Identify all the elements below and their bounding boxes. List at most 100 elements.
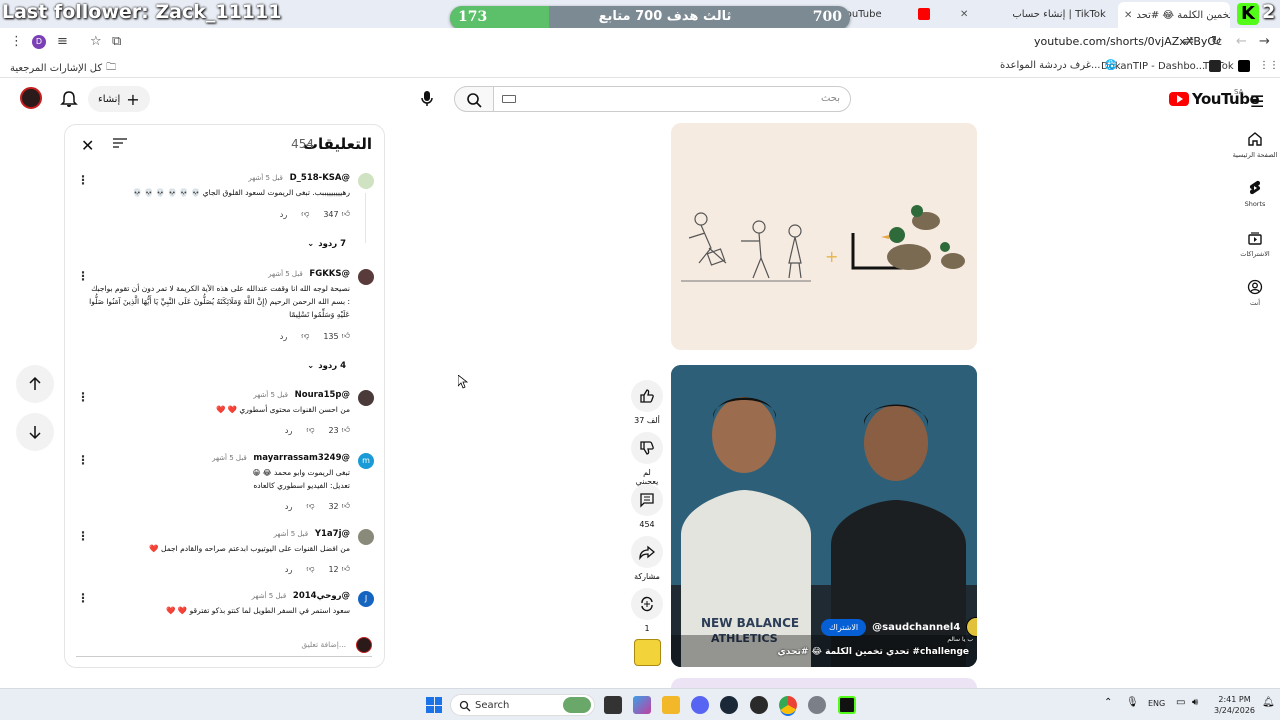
commenter-avatar[interactable]: J	[358, 591, 374, 607]
notifications-button[interactable]	[60, 90, 78, 111]
keyboard-icon[interactable]	[502, 95, 516, 103]
apps-grid-icon[interactable]: ⋮⋮	[1259, 60, 1279, 71]
commenter-avatar[interactable]: m	[358, 453, 374, 469]
network-icon[interactable]: ▭	[1176, 697, 1185, 708]
comment-menu-icon[interactable]: ⋮	[77, 390, 89, 404]
view-replies-button[interactable]: 4 ردود ⌄	[307, 361, 346, 371]
language-indicator[interactable]: ENG	[1148, 699, 1165, 708]
task-view-icon[interactable]	[604, 696, 622, 714]
reload-icon[interactable]: ↻	[1211, 34, 1222, 49]
close-tab-icon[interactable]: ✕	[1124, 10, 1132, 21]
comment-author[interactable]: @روحي2014	[293, 591, 350, 601]
comment-author[interactable]: @Y1a7j	[315, 529, 350, 539]
like-comment-button[interactable]: 👍︎ 135	[323, 331, 350, 341]
reply-button[interactable]: رد	[285, 565, 292, 574]
reading-list-icon[interactable]: ≡	[57, 34, 68, 49]
comment-author[interactable]: @FGKKS	[309, 269, 350, 279]
nav-you[interactable]: أنت	[1230, 279, 1280, 307]
like-button[interactable]	[631, 380, 663, 412]
settings-gear-icon[interactable]	[808, 696, 826, 714]
voice-search-button[interactable]	[415, 87, 439, 111]
dislike-comment-icon[interactable]: 👎︎	[301, 209, 309, 219]
tab-active-youtube[interactable]: ✕ تحدي تخمين الكلمة 😂 #تحد	[1118, 2, 1230, 28]
dislike-comment-icon[interactable]: 👎︎	[306, 564, 314, 574]
channel-name[interactable]: @saudchannel4	[872, 622, 960, 633]
comment-author[interactable]: @D_518-KSA	[290, 173, 350, 183]
comment-menu-icon[interactable]: ⋮	[77, 591, 89, 605]
bookmark-dokantip[interactable]: DokanTIP - Dashbo...	[1101, 60, 1222, 72]
site-settings-icon[interactable]: ⇌	[1183, 34, 1194, 49]
like-comment-button[interactable]: 👍︎ 12	[328, 564, 350, 574]
comment-time[interactable]: قبل 5 أشهر	[252, 592, 287, 600]
chrome-icon[interactable]	[779, 696, 797, 714]
comment-time[interactable]: قبل 5 أشهر	[274, 530, 309, 538]
windows-start-button[interactable]	[426, 697, 442, 713]
install-app-icon[interactable]: ⧉	[112, 34, 121, 49]
forward-icon[interactable]: ←	[1236, 34, 1247, 49]
create-button[interactable]: إنشاء +	[88, 86, 150, 112]
like-comment-button[interactable]: 👍︎ 347	[323, 209, 350, 219]
tab-tiktok-signup[interactable]: ✕ إنشاء حساب | TikTok	[960, 4, 1110, 24]
dislike-comment-icon[interactable]: 👎︎	[306, 425, 314, 435]
like-comment-button[interactable]: 👍︎ 23	[328, 425, 350, 435]
close-tab-icon[interactable]: ✕	[960, 9, 968, 20]
comment-time[interactable]: قبل 5 أشهر	[253, 391, 288, 399]
notifications-tray-icon[interactable]: 🔔︎	[1262, 697, 1275, 708]
bookmark-dating-rooms[interactable]: غرف دردشة المواعدة... 🌐	[1000, 60, 1117, 71]
commenter-avatar[interactable]	[358, 529, 374, 545]
obs-icon[interactable]	[750, 696, 768, 714]
commenter-avatar[interactable]	[358, 390, 374, 406]
commenter-avatar[interactable]	[358, 173, 374, 189]
kick-app-icon[interactable]	[838, 696, 856, 714]
dislike-action[interactable]: لم يعجبني	[631, 432, 663, 486]
file-explorer-icon[interactable]	[662, 696, 680, 714]
short-video-next[interactable]	[671, 678, 977, 688]
account-avatar[interactable]	[20, 87, 42, 109]
nav-home[interactable]: الصفحة الرئيسية	[1230, 131, 1280, 159]
remix-button[interactable]	[631, 588, 663, 620]
reply-button[interactable]: رد	[280, 210, 287, 219]
microphone-tray-icon[interactable]: 🎙︎	[1126, 697, 1139, 708]
sort-button[interactable]	[113, 137, 127, 152]
reply-button[interactable]: رد	[280, 332, 287, 341]
profile-avatar[interactable]: D	[32, 35, 46, 49]
like-action[interactable]: 37 ألف	[631, 380, 663, 425]
add-comment-field[interactable]: إضافة تعليق...	[76, 637, 372, 657]
remix-action[interactable]: 1	[631, 588, 663, 633]
comment-menu-icon[interactable]: ⋮	[77, 269, 89, 283]
comment-menu-icon[interactable]: ⋮	[77, 453, 89, 467]
taskbar-search[interactable]: Search	[450, 694, 595, 716]
short-caption[interactable]: تحدي تخمين الكلمة 😂 #تحدي #challenge	[778, 647, 969, 657]
close-icon[interactable]: ✕	[81, 136, 94, 155]
nav-subscriptions[interactable]: الاشتراكات	[1230, 230, 1280, 258]
youtube-logo[interactable]: YouTube	[1169, 90, 1260, 108]
comment-menu-icon[interactable]: ⋮	[77, 173, 89, 187]
search-button[interactable]	[454, 86, 494, 112]
dislike-comment-icon[interactable]: 👎︎	[306, 501, 314, 511]
all-bookmarks[interactable]: كل الإشارات المرجعية 🗀	[10, 60, 116, 77]
comments-action[interactable]: 454	[631, 484, 663, 529]
sound-thumbnail[interactable]	[634, 639, 661, 666]
next-short-button[interactable]	[16, 413, 54, 451]
bookmark-star-icon[interactable]: ☆	[90, 34, 102, 49]
commenter-avatar[interactable]	[358, 269, 374, 285]
nav-shorts[interactable]: Shorts	[1230, 180, 1280, 208]
comment-time[interactable]: قبل 5 أشهر	[268, 270, 303, 278]
kebab-menu-icon[interactable]: ⋮	[10, 34, 23, 49]
channel-avatar[interactable]	[966, 617, 977, 637]
discord-icon[interactable]	[691, 696, 709, 714]
comment-menu-icon[interactable]: ⋮	[77, 529, 89, 543]
share-button[interactable]	[631, 536, 663, 568]
back-icon[interactable]: →	[1259, 34, 1270, 49]
chevron-up-icon[interactable]: ⌃	[1104, 697, 1112, 708]
comments-button[interactable]	[631, 484, 663, 516]
search-input[interactable]: بحث	[493, 86, 851, 112]
tab-youtube-2[interactable]	[918, 4, 958, 24]
comment-time[interactable]: قبل 5 أشهر	[248, 174, 283, 182]
steam-icon[interactable]	[720, 696, 738, 714]
short-video-current[interactable]: NEW BALANCE ATHLETICS ب يا سالم الاشتراك…	[671, 365, 977, 667]
clock[interactable]: 2:41 PM 3/24/2026	[1214, 694, 1255, 716]
like-comment-button[interactable]: 👍︎ 32	[328, 501, 350, 511]
dislike-button[interactable]	[631, 432, 663, 464]
copilot-icon[interactable]	[633, 696, 651, 714]
